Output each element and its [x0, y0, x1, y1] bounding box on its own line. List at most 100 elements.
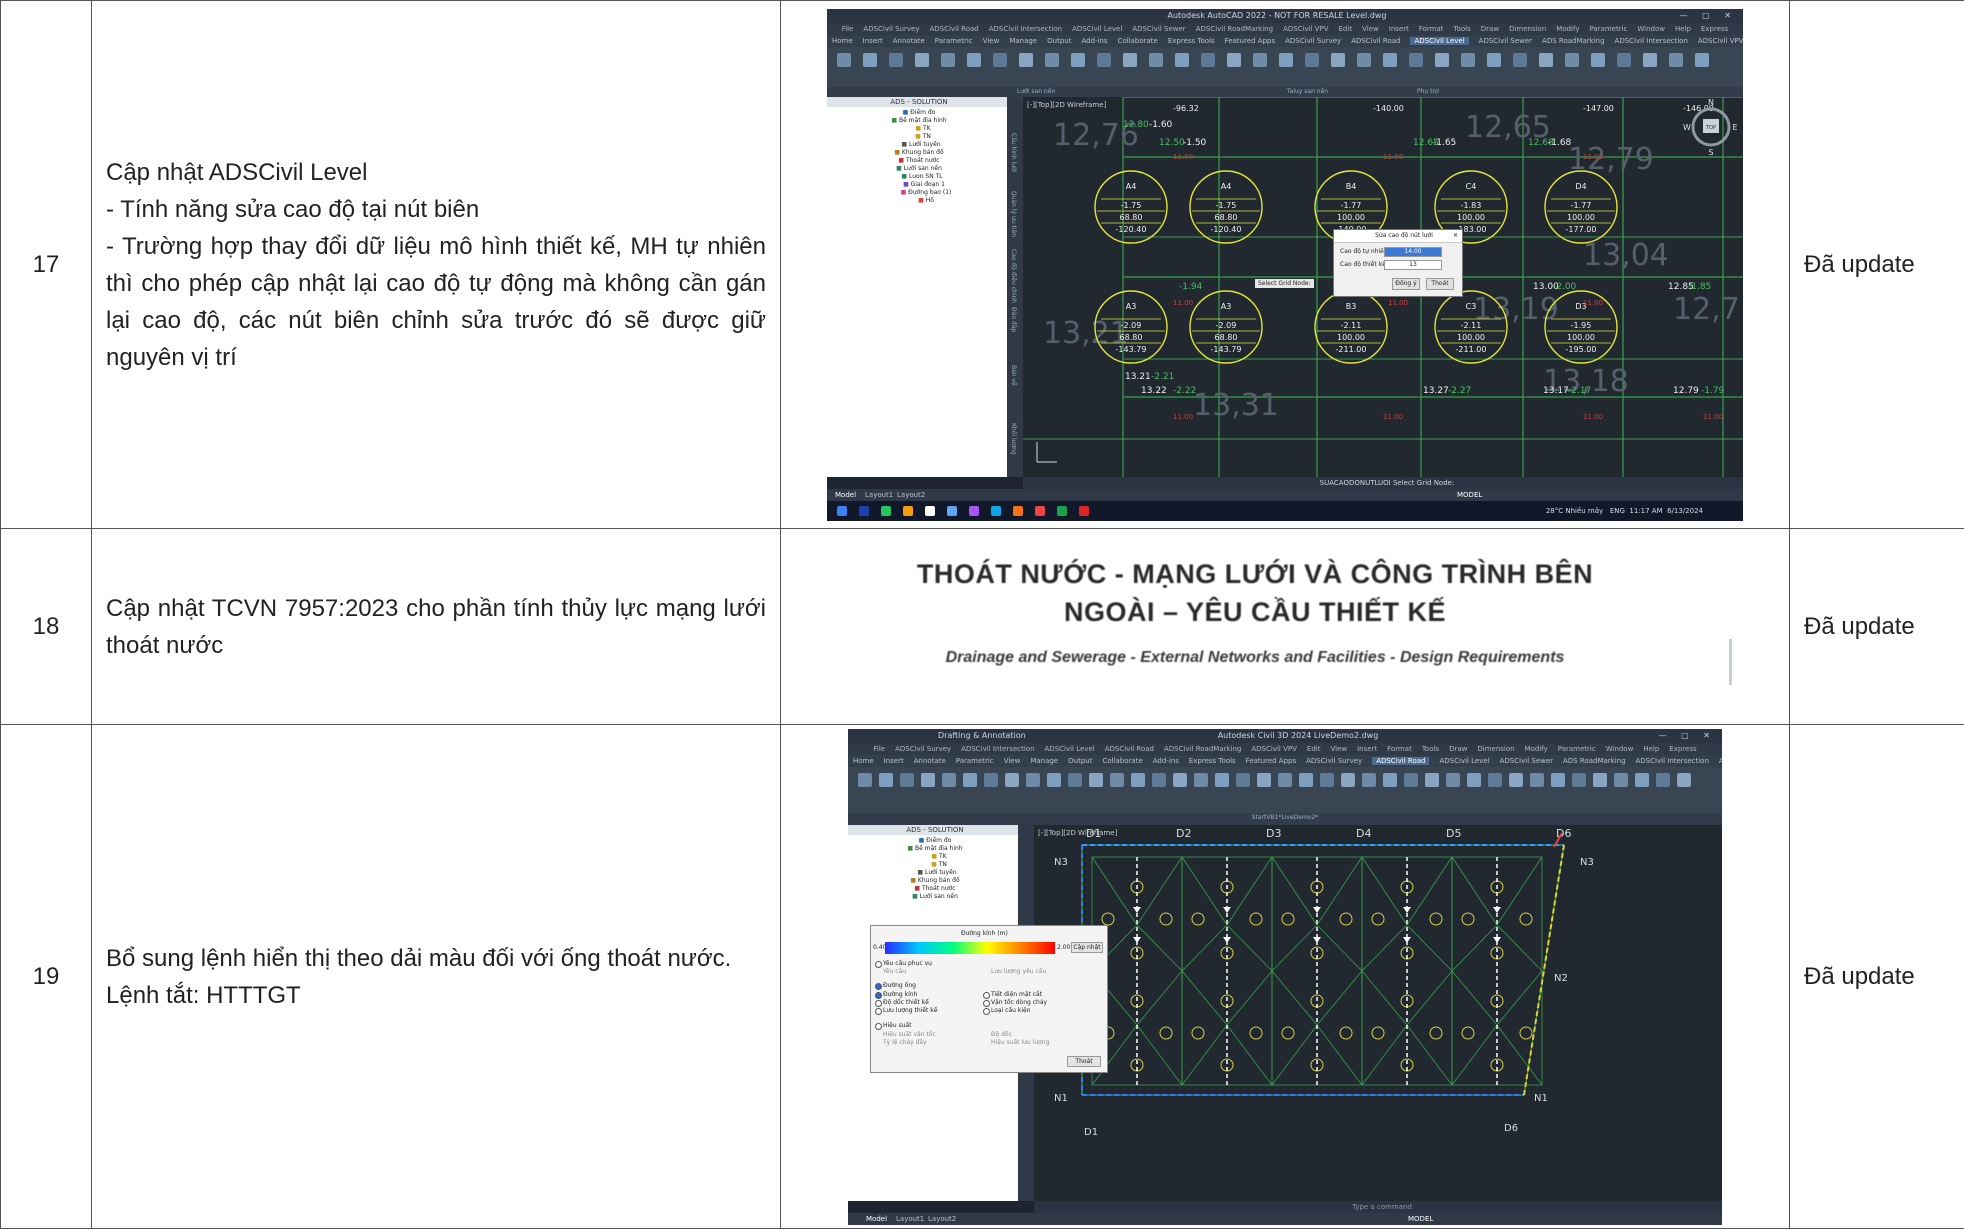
ribbon-tab[interactable]: Annotate: [893, 37, 925, 45]
document-tab[interactable]: LiveDemo2*: [1281, 814, 1318, 821]
taskbar-app-icon[interactable]: [903, 505, 913, 516]
ribbon-tab[interactable]: ADS RoadMarking: [1542, 37, 1605, 45]
ribbon-tool-icon[interactable]: [1488, 772, 1502, 787]
menu-item[interactable]: ADSCivil Level: [1045, 745, 1095, 753]
ribbon-tool-icon[interactable]: [1278, 772, 1292, 787]
ribbon-tool-icon[interactable]: [1299, 772, 1313, 787]
tab-layout1[interactable]: Layout1: [896, 1213, 924, 1225]
close-icon[interactable]: ✕: [1453, 230, 1458, 242]
ribbon-tab[interactable]: Output: [1068, 757, 1092, 765]
menu-item[interactable]: View: [1330, 745, 1347, 753]
menu-item[interactable]: Tools: [1454, 25, 1471, 33]
tree-item[interactable]: ■ Thoát nước: [852, 885, 1018, 893]
model-indicator[interactable]: MODEL: [1457, 489, 1482, 501]
tree-item[interactable]: ■ TK: [852, 853, 1018, 861]
menu-item[interactable]: Express: [1701, 25, 1728, 33]
ribbon-tab[interactable]: Add-ins: [1153, 757, 1179, 765]
ribbon-tool-icon[interactable]: [1357, 52, 1371, 67]
ribbon-tool-icon[interactable]: [1572, 772, 1586, 787]
taskbar-app-icon[interactable]: [969, 505, 979, 516]
ribbon-tab[interactable]: ADS RoadMarking: [1563, 757, 1626, 765]
ribbon-tool-icon[interactable]: [1435, 52, 1449, 67]
ribbon-tool-icon[interactable]: [1409, 52, 1423, 67]
ribbon-tab[interactable]: ADSCivil Road: [1351, 37, 1400, 45]
ribbon-tab[interactable]: Featured Apps: [1225, 37, 1275, 45]
tab-layout1[interactable]: Layout1: [865, 489, 893, 501]
natural-elevation-input[interactable]: 14.00: [1384, 246, 1442, 257]
menu-item[interactable]: ADSCivil Survey: [863, 25, 919, 33]
ribbon-tab[interactable]: ADSCivil Level: [1410, 36, 1469, 45]
menu-item[interactable]: Parametric: [1558, 745, 1596, 753]
tab-model[interactable]: Model: [835, 489, 856, 501]
ribbon-tool-icon[interactable]: [1425, 772, 1439, 787]
menu-item[interactable]: ADSCivil Level: [1072, 25, 1122, 33]
menu-item[interactable]: ADSCivil Road: [1105, 745, 1154, 753]
design-elevation-input[interactable]: 13: [1384, 259, 1442, 270]
ribbon-tool-icon[interactable]: [1539, 52, 1553, 67]
ribbon-tool-icon[interactable]: [889, 52, 903, 67]
radio-slope[interactable]: [875, 999, 882, 1007]
ribbon-tool-icon[interactable]: [1656, 772, 1670, 787]
ribbon-tool-icon[interactable]: [1173, 772, 1187, 787]
ribbon-tab[interactable]: View: [983, 37, 1000, 45]
ribbon-tool-icon[interactable]: [1565, 52, 1579, 67]
menu-item[interactable]: Help: [1675, 25, 1691, 33]
tree-item[interactable]: ■ Bề mặt địa hình: [852, 845, 1018, 853]
ribbon-tool-icon[interactable]: [1509, 772, 1523, 787]
tree-item[interactable]: ■ Thoát nước: [831, 157, 1007, 165]
ribbon-tab[interactable]: Collaborate: [1118, 37, 1158, 45]
menu-item[interactable]: ADSCivil VPV: [1251, 745, 1297, 753]
command-line[interactable]: SUACAODONUTLUOI Select Grid Node:: [1023, 476, 1743, 489]
tree-item[interactable]: ■ Khung bản đồ: [831, 149, 1007, 157]
ribbon-tool-icon[interactable]: [1201, 52, 1215, 67]
tab-model[interactable]: Model: [866, 1213, 887, 1225]
ribbon-tool-icon[interactable]: [879, 772, 893, 787]
tree-item[interactable]: ■ TN: [852, 861, 1018, 869]
update-button[interactable]: Cập nhật: [1071, 941, 1103, 953]
ribbon-tab[interactable]: Insert: [863, 37, 883, 45]
ribbon-tool-icon[interactable]: [1089, 772, 1103, 787]
ribbon-tab[interactable]: Output: [1047, 37, 1071, 45]
menu-item[interactable]: Window: [1606, 745, 1634, 753]
ribbon-tool-icon[interactable]: [1045, 52, 1059, 67]
ribbon-tool-icon[interactable]: [1487, 52, 1501, 67]
ribbon-tool-icon[interactable]: [1175, 52, 1189, 67]
ribbon-tab[interactable]: ADSCivil VPV: [1719, 757, 1722, 765]
ribbon-tool-icon[interactable]: [1383, 772, 1397, 787]
ribbon-tool-icon[interactable]: [1026, 772, 1040, 787]
taskbar-app-icon[interactable]: [991, 505, 1001, 516]
ribbon-tool-icon[interactable]: [1513, 52, 1527, 67]
ribbon-tool-icon[interactable]: [1097, 52, 1111, 67]
ribbon-tab[interactable]: Manage: [1030, 757, 1058, 765]
menu-item[interactable]: Draw: [1449, 745, 1467, 753]
ribbon-tool-icon[interactable]: [863, 52, 877, 67]
ribbon-tool-icon[interactable]: [858, 772, 872, 787]
ribbon-tool-icon[interactable]: [1362, 772, 1376, 787]
ribbon-tab[interactable]: Annotate: [914, 757, 946, 765]
ribbon-tab[interactable]: ADSCivil Sewer: [1500, 757, 1553, 765]
tree-item[interactable]: ■ Luon SN TL: [831, 173, 1007, 181]
menu-item[interactable]: Express: [1669, 745, 1696, 753]
ribbon-tool-icon[interactable]: [1695, 52, 1709, 67]
tree-item[interactable]: ■ TK: [831, 125, 1007, 133]
menu-item[interactable]: ADSCivil RoadMarking: [1196, 25, 1273, 33]
ribbon-tab[interactable]: Express Tools: [1189, 757, 1236, 765]
menu-item[interactable]: Modify: [1525, 745, 1548, 753]
ribbon-tab[interactable]: Manage: [1009, 37, 1037, 45]
menu-item[interactable]: ADSCivil Intersection: [961, 745, 1034, 753]
radio-efficiency[interactable]: [875, 1022, 882, 1030]
taskbar-app-icon[interactable]: [1057, 505, 1067, 516]
menu-item[interactable]: ADSCivil Survey: [895, 745, 951, 753]
ribbon-tool-icon[interactable]: [1467, 772, 1481, 787]
ribbon-tool-icon[interactable]: [1253, 52, 1267, 67]
ribbon-tool-icon[interactable]: [1593, 772, 1607, 787]
menu-item[interactable]: Dimension: [1509, 25, 1546, 33]
ribbon-tool-icon[interactable]: [1341, 772, 1355, 787]
ribbon-tool-icon[interactable]: [1257, 772, 1271, 787]
taskbar-app-icon[interactable]: [947, 505, 957, 516]
ribbon-tool-icon[interactable]: [1669, 52, 1683, 67]
ribbon-tool-icon[interactable]: [1236, 772, 1250, 787]
ribbon-tool-icon[interactable]: [1131, 772, 1145, 787]
ribbon-tool-icon[interactable]: [1110, 772, 1124, 787]
radio-required[interactable]: [875, 960, 882, 968]
